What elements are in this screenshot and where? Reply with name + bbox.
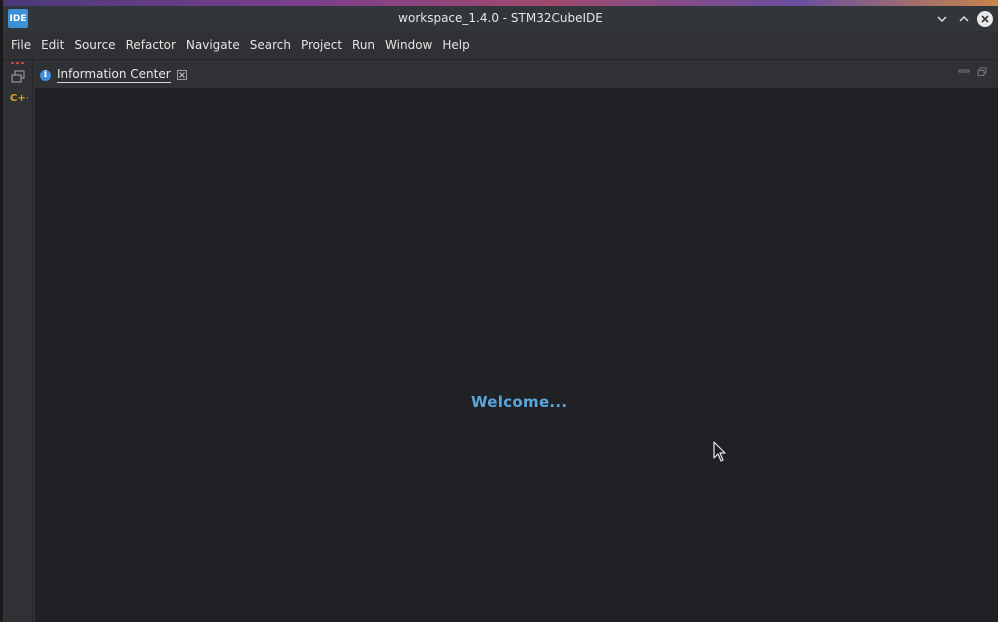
menu-window[interactable]: Window xyxy=(380,31,437,59)
chevron-up-icon xyxy=(959,16,969,22)
information-center-view xyxy=(35,88,998,622)
app-icon: IDE xyxy=(8,9,28,28)
minimize-pane-icon[interactable] xyxy=(958,67,970,77)
chevron-down-icon xyxy=(937,16,947,22)
menu-bar: File Edit Source Refactor Navigate Searc… xyxy=(3,31,998,59)
tab-close-button[interactable] xyxy=(176,70,187,80)
title-bar[interactable]: IDE workspace_1.4.0 - STM32CubeIDE xyxy=(3,6,998,31)
menu-source[interactable]: Source xyxy=(69,31,120,59)
menu-project[interactable]: Project xyxy=(296,31,347,59)
drag-handle-icon[interactable] xyxy=(10,61,26,65)
minimize-button[interactable] xyxy=(933,10,951,28)
welcome-text: Welcome... xyxy=(471,393,568,411)
maximize-button[interactable] xyxy=(955,10,973,28)
maximize-pane-icon[interactable] xyxy=(976,67,988,77)
info-icon: i xyxy=(40,69,51,81)
window-title: workspace_1.4.0 - STM32CubeIDE xyxy=(398,11,603,25)
cpp-perspective-icon[interactable]: C++ xyxy=(10,91,28,103)
tab-information-center[interactable]: i Information Center xyxy=(36,64,191,86)
window-edge xyxy=(0,0,3,622)
menu-search[interactable]: Search xyxy=(245,31,296,59)
close-button[interactable] xyxy=(976,10,994,28)
editor-tab-bar: i Information Center xyxy=(34,62,998,88)
close-icon xyxy=(977,11,993,27)
svg-text:C++: C++ xyxy=(10,93,28,103)
menu-file[interactable]: File xyxy=(3,31,36,59)
close-icon xyxy=(176,70,187,80)
menu-edit[interactable]: Edit xyxy=(36,31,69,59)
restore-icon[interactable] xyxy=(10,70,26,84)
menu-refactor[interactable]: Refactor xyxy=(121,31,181,59)
menu-navigate[interactable]: Navigate xyxy=(181,31,245,59)
menu-help[interactable]: Help xyxy=(437,31,474,59)
tab-label: Information Center xyxy=(57,67,171,83)
menu-run[interactable]: Run xyxy=(347,31,380,59)
menu-separator xyxy=(3,59,998,60)
mouse-cursor-icon xyxy=(713,441,726,462)
perspective-toolbar: C++ xyxy=(6,60,33,622)
